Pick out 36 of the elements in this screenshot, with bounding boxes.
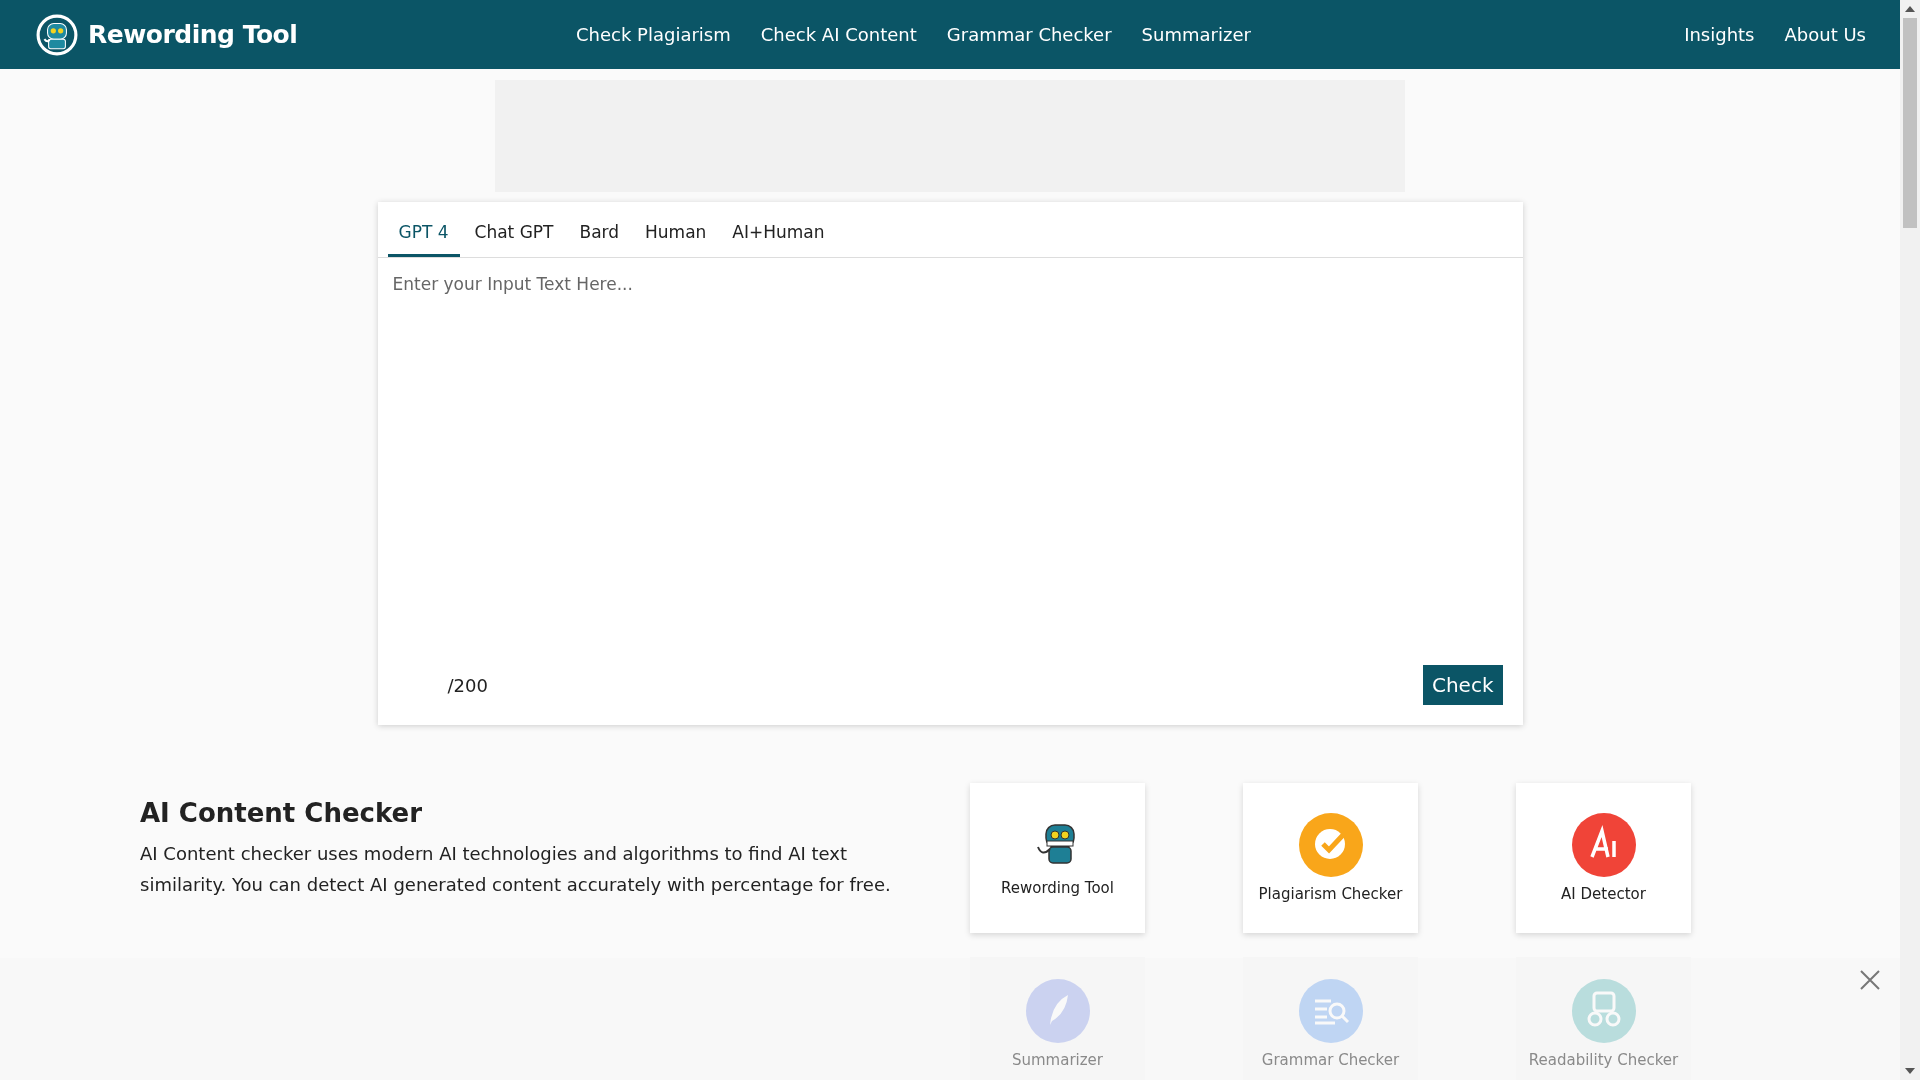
tool-card[interactable]: AI Detector — [1516, 783, 1691, 933]
input-field[interactable]: Enter your Input Text Here... — [377, 258, 1523, 665]
model-tab[interactable]: Human — [634, 212, 718, 257]
model-tab[interactable]: Chat GPT — [463, 212, 565, 257]
check-badge-icon — [1298, 813, 1363, 877]
tool-card[interactable]: Rewording Tool — [970, 783, 1145, 933]
nav-link[interactable]: Summarizer — [1141, 24, 1251, 45]
tool-label: Plagiarism Checker — [1258, 885, 1403, 903]
glasses-icon — [1571, 979, 1636, 1043]
model-tab[interactable]: AI+Human — [721, 212, 836, 257]
feather-icon — [1025, 979, 1090, 1043]
tool-card[interactable]: Plagiarism Checker — [1243, 783, 1418, 933]
word-counter: /200 — [447, 674, 488, 696]
tool-label: Grammar Checker — [1261, 1051, 1400, 1069]
robot-logo-icon[interactable] — [36, 13, 78, 56]
checker-card[interactable]: GPT 4 Chat GPT Bard Human AI+Human Enter your Input Text Here... /200 Check — [377, 202, 1523, 725]
scrollbar-thumb[interactable] — [1903, 18, 1917, 228]
nav-link[interactable]: Check Plagiarism — [576, 24, 731, 45]
nav-link[interactable]: Check AI Content — [760, 24, 917, 45]
section-title: AI Content Checker — [140, 798, 424, 828]
scrollbar[interactable] — [1900, 0, 1920, 1080]
model-tab[interactable]: Bard — [568, 212, 631, 257]
nav-link[interactable]: Insights — [1684, 24, 1755, 45]
brand-name[interactable]: Rewording Tool — [88, 20, 298, 49]
search-lines-icon — [1298, 979, 1363, 1043]
check-button[interactable]: Check — [1422, 665, 1503, 705]
nav-link[interactable]: Grammar Checker — [946, 24, 1112, 45]
scroll-down-icon[interactable] — [1905, 1068, 1915, 1074]
tool-label: Rewording Tool — [1001, 879, 1114, 897]
nav-link[interactable]: About Us — [1784, 24, 1866, 45]
section-text: AI Content checker uses modern AI technologies and algorithms to find AI text similarity. You can detect AI generated content accurately with percentage for free. — [140, 842, 892, 897]
tool-label: Summarizer — [1011, 1051, 1104, 1069]
tool-label: Readability Checker — [1528, 1051, 1679, 1069]
tool-label: AI Detector — [1561, 885, 1646, 903]
scroll-up-icon[interactable] — [1905, 6, 1915, 12]
close-icon[interactable] — [1860, 970, 1880, 990]
